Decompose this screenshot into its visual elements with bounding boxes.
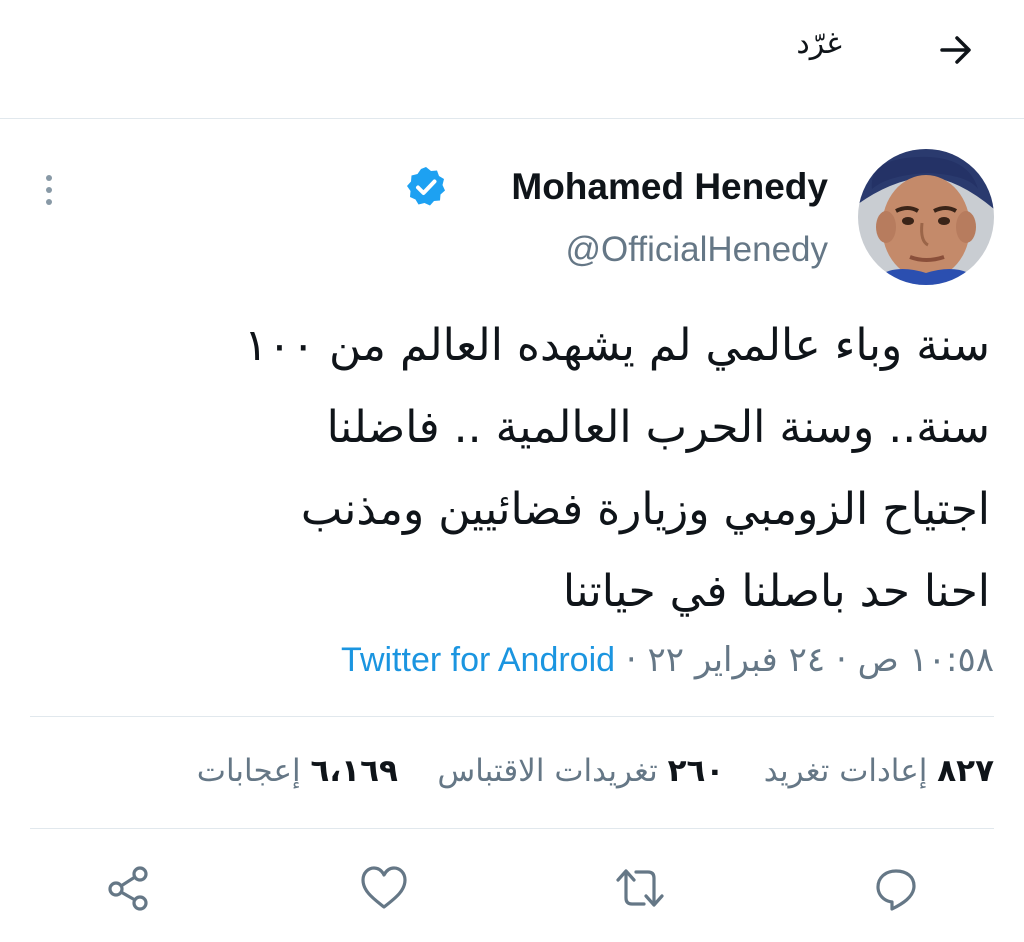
more-dot <box>46 199 52 205</box>
likes-stat[interactable]: ٦،١٦٩ إعجابات <box>197 753 398 789</box>
divider <box>30 716 994 717</box>
share-button[interactable] <box>98 860 158 916</box>
retweet-icon <box>616 869 664 907</box>
more-dot <box>46 187 52 193</box>
meta-separator: · <box>835 640 847 680</box>
avatar[interactable] <box>858 149 994 285</box>
top-bar <box>0 0 1024 119</box>
like-button[interactable] <box>354 860 414 916</box>
share-icon <box>108 866 148 911</box>
divider <box>30 828 994 829</box>
profile-photo <box>858 149 994 285</box>
more-vertical-icon <box>46 175 52 181</box>
quotes-count: ٢٦٠ <box>667 753 725 789</box>
tweet-time[interactable]: ١٠:٥٨ ص <box>858 640 994 680</box>
tweet-stats: ٨٢٧ إعادات تغريد ٢٦٠ تغريدات الاقتباس ٦،… <box>197 748 994 794</box>
tweet-line: سنة.. وسنة الحرب العالمية .. فاضلنا <box>326 402 990 453</box>
back-button[interactable] <box>930 24 982 76</box>
likes-label: إعجابات <box>196 753 301 789</box>
reply-icon <box>876 869 916 911</box>
tweet-date[interactable]: ٢٤ فبراير ٢٢ <box>648 640 826 680</box>
retweets-count: ٨٢٧ <box>937 753 994 789</box>
arrow-right-icon <box>940 36 971 64</box>
more-options-button[interactable] <box>34 168 64 212</box>
quotes-label: تغريدات الاقتباس <box>437 753 658 789</box>
tweet-meta: ١٠:٥٨ ص · ٢٤ فبراير ٢٢ · Twitter for And… <box>341 636 994 684</box>
quotes-stat[interactable]: ٢٦٠ تغريدات الاقتباس <box>437 753 724 789</box>
tweet-line: احنا حد باصلنا في حياتنا <box>562 566 990 617</box>
tweet-source-link[interactable]: Twitter for Android <box>341 641 615 679</box>
author-handle[interactable]: @OfficialHenedy <box>566 227 829 273</box>
retweets-stat[interactable]: ٨٢٧ إعادات تغريد <box>764 753 994 789</box>
author-display-name[interactable]: Mohamed Henedy <box>511 164 828 210</box>
page-title: غرّد <box>796 26 842 61</box>
tweet-line: اجتياح الزومبي وزيارة فضائيين ومذنب <box>300 484 990 535</box>
likes-count: ٦،١٦٩ <box>310 753 398 789</box>
retweet-button[interactable] <box>610 860 670 916</box>
reply-button[interactable] <box>866 860 926 916</box>
tweet-line: سنة وباء عالمي لم يشهده العالم من ١٠٠ <box>244 320 990 371</box>
tweet-text: سنة وباء عالمي لم يشهده العالم من ١٠٠ سن… <box>40 305 990 633</box>
verified-badge-icon <box>407 167 445 206</box>
retweets-label: إعادات تغريد <box>763 753 928 789</box>
heart-icon <box>361 866 407 909</box>
meta-separator: · <box>625 640 637 680</box>
